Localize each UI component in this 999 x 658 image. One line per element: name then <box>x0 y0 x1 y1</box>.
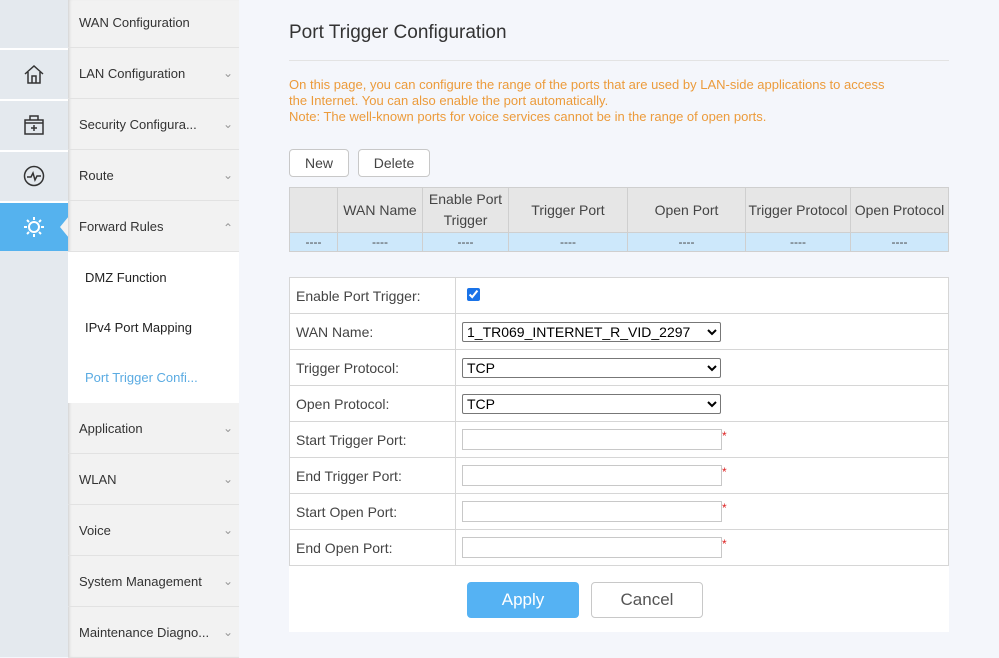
enable-port-trigger-checkbox[interactable] <box>467 287 480 301</box>
menu-system-management[interactable]: System Management ⌄ <box>68 556 239 607</box>
cell: ---- <box>850 232 949 252</box>
end-open-port-label: End Open Port: <box>289 529 456 566</box>
pulse-icon <box>23 165 45 187</box>
chevron-down-icon: ⌄ <box>222 168 233 182</box>
page-title: Port Trigger Configuration <box>289 22 507 43</box>
end-trigger-port-input[interactable] <box>462 465 722 486</box>
open-protocol-select[interactable]: TCP <box>462 393 721 414</box>
open-protocol-label: Open Protocol: <box>289 385 456 422</box>
menu-label: Application <box>79 420 143 436</box>
menu-route[interactable]: Route ⌄ <box>68 150 239 201</box>
chevron-down-icon: ⌄ <box>222 421 233 435</box>
menu-maintenance-diagnosis[interactable]: Maintenance Diagno... ⌄ <box>68 607 239 658</box>
trigger-protocol-select[interactable]: TCP <box>462 357 721 378</box>
menu-label: LAN Configuration <box>79 65 186 81</box>
end-trigger-port-label: End Trigger Port: <box>289 457 456 494</box>
sidebar-menu: WAN Configuration LAN Configuration ⌄ Sec… <box>68 0 239 658</box>
note-line: Note: The well-known ports for voice ser… <box>289 109 767 124</box>
menu-wan-configuration[interactable]: WAN Configuration <box>68 0 239 48</box>
chevron-down-icon: ⌄ <box>222 66 233 80</box>
chevron-down-icon: ⌄ <box>222 117 233 131</box>
start-trigger-port-label: Start Trigger Port: <box>289 421 456 458</box>
menu-security-configuration[interactable]: Security Configura... ⌄ <box>68 99 239 150</box>
description-line: the Internet. You can also enable the po… <box>289 93 609 108</box>
chevron-down-icon: ⌄ <box>222 574 233 588</box>
cancel-button[interactable]: Cancel <box>591 582 703 618</box>
required-mark: * <box>722 465 727 479</box>
end-open-port-input[interactable] <box>462 537 722 558</box>
apply-button[interactable]: Apply <box>467 582 579 618</box>
gear-icon <box>24 217 44 237</box>
action-bar: Apply Cancel <box>289 566 949 632</box>
required-mark: * <box>722 537 727 551</box>
menu-label: WAN Configuration <box>79 14 190 30</box>
column-enable-port-trigger: Enable Port Trigger <box>422 187 509 233</box>
delete-button[interactable]: Delete <box>358 149 430 177</box>
menu-voice[interactable]: Voice ⌄ <box>68 505 239 556</box>
column-select <box>289 187 338 233</box>
nav-settings[interactable] <box>0 201 68 251</box>
menu-label: Forward Rules <box>79 218 164 234</box>
menu-forward-rules[interactable]: Forward Rules ⌃ <box>68 201 239 252</box>
submenu-port-trigger[interactable]: Port Trigger Confi... <box>68 352 239 402</box>
menu-label: Route <box>79 167 114 183</box>
cell: ---- <box>627 232 746 252</box>
column-open-protocol: Open Protocol <box>850 187 949 233</box>
trigger-protocol-label: Trigger Protocol: <box>289 349 456 386</box>
nav-status[interactable] <box>0 150 68 200</box>
chevron-down-icon: ⌄ <box>222 523 233 537</box>
forward-rules-submenu: DMZ Function IPv4 Port Mapping Port Trig… <box>68 252 239 403</box>
start-open-port-label: Start Open Port: <box>289 493 456 530</box>
nav-security[interactable] <box>0 99 68 149</box>
port-trigger-table: WAN Name Enable Port Trigger Trigger Por… <box>289 187 949 252</box>
icon-rail <box>0 0 69 657</box>
chevron-up-icon: ⌃ <box>222 221 233 235</box>
menu-label: WLAN <box>79 471 117 487</box>
cell: ---- <box>745 232 851 252</box>
table-header: WAN Name Enable Port Trigger Trigger Por… <box>289 187 949 233</box>
menu-lan-configuration[interactable]: LAN Configuration ⌄ <box>68 48 239 99</box>
cell: ---- <box>422 232 509 252</box>
wan-name-select[interactable]: 1_TR069_INTERNET_R_VID_2297 <box>462 321 721 342</box>
chevron-down-icon: ⌄ <box>222 472 233 486</box>
cell: ---- <box>337 232 423 252</box>
cell: ---- <box>289 232 338 252</box>
required-mark: * <box>722 429 727 443</box>
nav-home[interactable] <box>0 48 68 98</box>
required-mark: * <box>722 501 727 515</box>
column-wan-name: WAN Name <box>337 187 423 233</box>
start-trigger-port-input[interactable] <box>462 429 722 450</box>
divider <box>289 60 949 61</box>
column-trigger-protocol: Trigger Protocol <box>745 187 851 233</box>
submenu-dmz-function[interactable]: DMZ Function <box>68 252 239 302</box>
new-button[interactable]: New <box>289 149 349 177</box>
menu-label: Voice <box>79 522 111 538</box>
menu-label: System Management <box>79 573 202 589</box>
menu-application[interactable]: Application ⌄ <box>68 403 239 454</box>
table-row[interactable]: ---- ---- ---- ---- ---- ---- ---- <box>289 232 949 252</box>
menu-label: Maintenance Diagno... <box>79 624 210 640</box>
menu-label: Security Configura... <box>79 116 197 132</box>
medkit-icon <box>24 115 44 135</box>
enable-port-trigger-label: Enable Port Trigger: <box>289 277 456 314</box>
home-icon <box>24 64 44 84</box>
column-open-port: Open Port <box>627 187 746 233</box>
chevron-down-icon: ⌄ <box>222 625 233 639</box>
wan-name-label: WAN Name: <box>289 313 456 350</box>
menu-wlan[interactable]: WLAN ⌄ <box>68 454 239 505</box>
header-label: Enable Port Trigger <box>428 191 503 228</box>
description-line: On this page, you can configure the rang… <box>289 77 885 92</box>
port-trigger-form: Enable Port Trigger: WAN Name: 1_TR069_I… <box>289 277 949 566</box>
cell: ---- <box>508 232 628 252</box>
start-open-port-input[interactable] <box>462 501 722 522</box>
submenu-ipv4-port-mapping[interactable]: IPv4 Port Mapping <box>68 302 239 352</box>
column-trigger-port: Trigger Port <box>508 187 628 233</box>
